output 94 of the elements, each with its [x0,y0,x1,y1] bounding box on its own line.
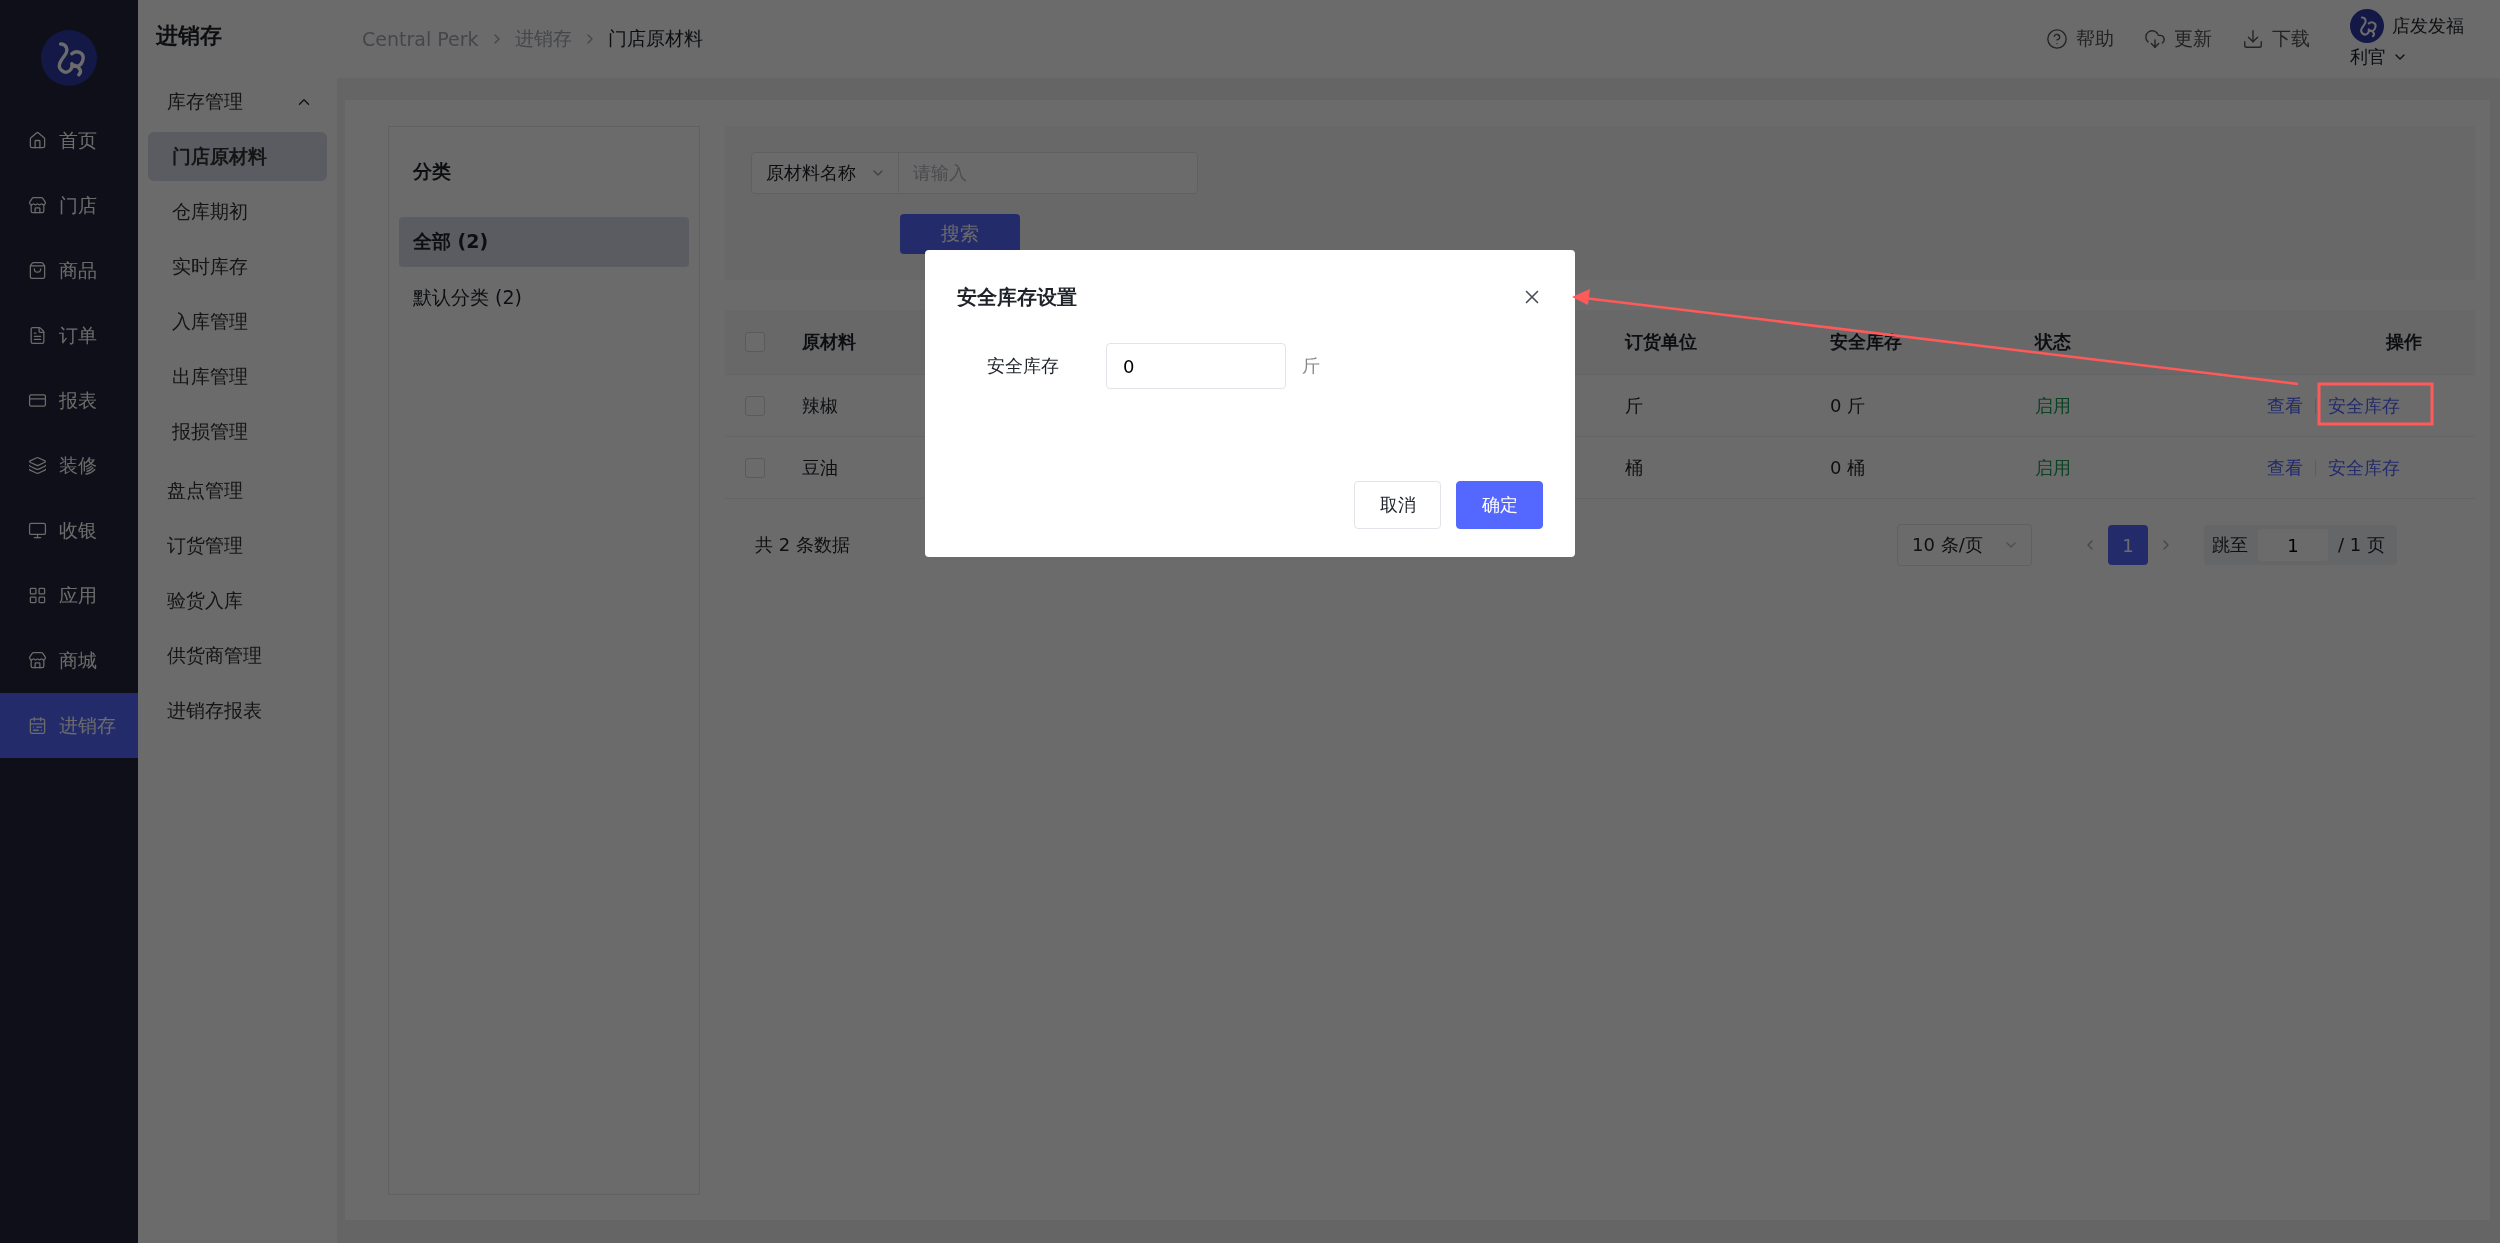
submenu-item[interactable]: 盘点管理 [148,466,327,515]
nav-label: 应用 [59,582,97,608]
nav-item[interactable]: 装修 [0,433,138,498]
nav-item[interactable]: 应用 [0,563,138,628]
store-icon [28,651,47,670]
menu-group-label: 库存管理 [167,89,243,114]
submenu-item[interactable]: 验货入库 [148,576,327,625]
calendar-icon [28,716,47,735]
field-label: 安全库存 [987,354,1060,378]
submenu-item[interactable]: 出库管理 [148,352,327,401]
header-action[interactable]: 更新 [2144,26,2212,52]
jump-label: 跳至 [2212,533,2249,557]
nav-label: 订单 [59,322,97,348]
submenu-item[interactable]: 报损管理 [148,407,327,456]
header-action[interactable]: 下载 [2242,26,2310,52]
grid-icon [28,586,47,605]
nav-item[interactable]: 报表 [0,368,138,433]
category-item[interactable]: 全部 (2) [399,217,689,267]
table-cell-text: 豆油 [802,455,839,480]
column-header: 原材料 [802,330,856,354]
nav-item[interactable]: 进销存 [0,693,138,758]
status-text: 启用 [2035,455,2072,480]
nav-label: 首页 [59,127,97,153]
page-button[interactable]: 1 [2108,525,2149,565]
nav-item[interactable]: 门店 [0,173,138,238]
submenu-item[interactable]: 仓库期初 [148,187,327,236]
nav-item[interactable]: 商城 [0,628,138,693]
avatar-icon [2350,9,2384,43]
document-icon [28,326,47,345]
total-count: 共 2 条数据 [755,533,850,557]
nav-item[interactable]: 商品 [0,238,138,303]
help-icon [2046,28,2068,50]
user-role: 利官 [2350,45,2386,69]
page-count: / 1 页 [2338,533,2385,557]
select-value: 10 条/页 [1912,533,1983,557]
menu-group[interactable]: 库存管理 [148,72,327,132]
store-name: 店发发福 [2392,14,2464,38]
header-action[interactable]: 帮助 [2046,26,2114,52]
bag-icon [28,261,47,280]
table-cell-text: 0 斤 [1830,393,1867,418]
action-link[interactable]: 查看 [2255,455,2315,480]
nav-item[interactable]: 订单 [0,303,138,368]
input-field[interactable]: 0 [1106,343,1286,389]
nav-label: 装修 [59,452,97,478]
nav-label: 报表 [59,387,97,413]
nav-label: 收银 [59,517,97,543]
submenu-item[interactable]: 门店原材料 [148,132,327,181]
table-cell-text: 斤 [1625,393,1644,418]
nav-label: 商品 [59,257,97,283]
status-text: 启用 [2035,393,2072,418]
nav-label: 商城 [59,647,97,673]
nav-label: 进销存 [59,712,116,738]
action-link[interactable]: 安全库存 [2316,393,2422,418]
monitor-icon [28,521,47,540]
action-link[interactable]: 安全库存 [2316,455,2422,480]
table-cell-text: 桶 [1625,455,1644,480]
home-icon [28,131,47,150]
card-icon [28,391,47,410]
breadcrumb-item: 门店原材料 [607,26,703,51]
cloud-download-icon [2144,28,2166,50]
layers-icon [28,456,47,475]
table-cell-text: 0 桶 [1830,455,1867,480]
table-cell-text: 辣椒 [802,393,839,418]
header-action-label: 帮助 [2076,26,2114,51]
column-header: 订货单位 [1625,330,1697,354]
panel-title: 分类 [412,159,452,184]
logo-icon [41,30,97,86]
nav-item[interactable]: 收银 [0,498,138,563]
confirm-button[interactable]: 确定 [1456,481,1543,529]
select-value: 原材料名称 [766,160,856,185]
column-header: 状态 [2035,330,2071,354]
category-item[interactable]: 默认分类 (2) [399,273,689,323]
submenu-item[interactable]: 进销存报表 [148,686,327,735]
field-select[interactable]: 原材料名称 [752,153,899,193]
section-title: 进销存 [155,22,223,50]
unit-label: 斤 [1302,354,1320,378]
cancel-button[interactable]: 取消 [1354,481,1441,529]
action-link[interactable]: 查看 [2255,393,2315,418]
dialog-title: 安全库存设置 [957,283,1077,311]
submenu-item[interactable]: 订货管理 [148,521,327,570]
header-action-label: 下载 [2272,26,2310,51]
nav-label: 门店 [59,192,97,218]
submenu-item[interactable]: 入库管理 [148,297,327,346]
download-icon [2242,28,2264,50]
nav-item[interactable]: 首页 [0,108,138,173]
user-menu[interactable]: 利官 [2350,45,2464,69]
page-input[interactable]: 1 [2258,529,2329,561]
header-action-label: 更新 [2174,26,2212,51]
search-button[interactable]: 搜索 [900,213,1020,254]
store-icon [28,196,47,215]
column-header: 操作 [2386,330,2422,354]
submenu-item[interactable]: 实时库存 [148,242,327,291]
submenu-item[interactable]: 供货商管理 [148,631,327,680]
page-size-select[interactable]: 10 条/页 [1897,524,2033,566]
